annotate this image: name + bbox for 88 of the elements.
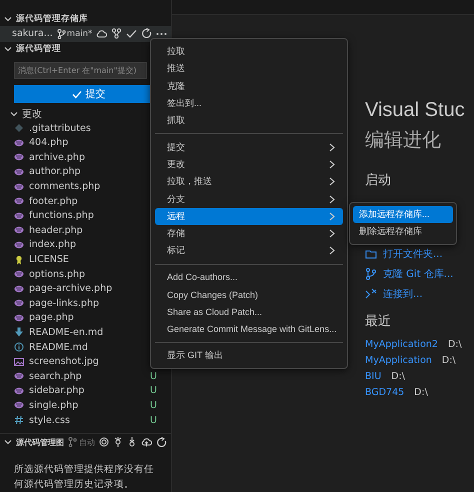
target-icon[interactable] (99, 437, 109, 448)
folder-path: D:\ (414, 386, 428, 398)
branch-icon[interactable] (68, 437, 77, 448)
menu-item[interactable]: 推送 (155, 60, 343, 78)
menu-item[interactable]: 拉取，推送 (155, 173, 343, 190)
menu-item[interactable]: 拉取 (155, 43, 343, 60)
branch-label[interactable]: main* (66, 28, 92, 39)
folder-path: D:\ (391, 370, 405, 382)
recent-link[interactable]: BGD745 (365, 386, 404, 398)
php-file-icon (14, 196, 24, 206)
section-title[interactable]: 源代码管理 (16, 42, 61, 55)
repository-row[interactable]: sakura... main* (0, 26, 171, 42)
php-file-icon (14, 166, 24, 177)
chevron-down-icon[interactable] (4, 438, 12, 446)
php-file-icon (14, 225, 24, 236)
php-file-icon (14, 240, 24, 250)
php-file-icon (14, 269, 24, 280)
start-link[interactable]: 克隆 Git 仓库... (383, 267, 454, 281)
refresh-icon[interactable] (141, 28, 152, 40)
menu-item[interactable]: 更改 (155, 156, 343, 174)
welcome-title: Visual Stuc (365, 98, 466, 123)
php-file-icon (14, 400, 24, 410)
message-field[interactable]: 消息(Ctrl+Enter 在"main"提交) (14, 62, 147, 80)
info-icon (14, 342, 24, 352)
php-file-icon (14, 386, 24, 396)
graph-icon[interactable] (111, 28, 122, 40)
chevron-down-icon[interactable] (4, 14, 12, 23)
menu-item[interactable]: Generate Commit Message with GitLens... (155, 320, 343, 338)
status-letter: U (150, 370, 157, 382)
section-heading: 最近 (365, 313, 392, 330)
php-file-icon (14, 298, 24, 308)
recent-link[interactable]: BIU (365, 370, 382, 382)
empty-message: 所选源代码管理提供程序没有任何源代码管理历史记录项。 (13, 463, 155, 492)
branch-icon[interactable] (56, 28, 66, 39)
image-file-icon (14, 356, 24, 367)
check-icon[interactable] (126, 28, 138, 39)
folder-path: D:\ (448, 338, 462, 350)
cloud-icon[interactable] (96, 29, 108, 38)
remote-icon[interactable] (365, 288, 377, 300)
menu-item[interactable]: 提交 (155, 138, 343, 156)
recent-link[interactable]: MyApplication (365, 354, 432, 366)
recent-link[interactable]: MyApplication2 (365, 338, 438, 350)
php-file-icon (14, 182, 24, 192)
menu-item[interactable]: 远程 (155, 208, 343, 225)
file-item[interactable]: sidebar.php U (0, 384, 171, 398)
status-letter: U (150, 385, 157, 396)
start-link[interactable]: 连接到... (383, 287, 423, 301)
php-file-icon (14, 371, 24, 382)
file-item[interactable]: style.css U (0, 412, 171, 428)
changes-header[interactable]: 更改 (22, 106, 42, 121)
download-arrow-icon (14, 327, 24, 338)
refresh-icon[interactable] (156, 436, 167, 448)
menu-item[interactable]: 存储 (155, 224, 343, 242)
start-link[interactable]: 打开文件夹... (383, 247, 443, 261)
menu-item[interactable]: 抓取 (155, 112, 343, 130)
folder-path: D:\ (442, 354, 456, 366)
file-item[interactable]: search.php U (0, 368, 171, 384)
auto-label[interactable]: 自动 (79, 436, 95, 448)
chevron-down-icon[interactable] (10, 110, 18, 118)
php-file-icon (14, 138, 24, 148)
status-letter: U (150, 414, 157, 426)
section-title[interactable]: 源代码管理存储库 (16, 12, 88, 25)
status-letter: U (150, 400, 157, 411)
menu-item[interactable]: 标记 (155, 242, 343, 260)
chevron-down-icon[interactable] (4, 44, 12, 53)
menu-item[interactable]: Add Co-authors... (155, 268, 343, 286)
folder-icon[interactable] (365, 248, 377, 260)
menu-item[interactable]: Share as Cloud Patch... (155, 303, 343, 320)
hash-icon (14, 415, 24, 426)
menu-item[interactable]: 分支 (155, 190, 343, 208)
repository-name: sakura... (12, 28, 53, 40)
php-file-icon (14, 210, 24, 221)
menu-item[interactable]: 删除远程存储库 (353, 223, 453, 241)
menu-item[interactable]: Copy Changes (Patch) (155, 286, 343, 304)
menu-item[interactable]: 显示 GIT 输出 (155, 346, 343, 364)
section-title[interactable]: 源代码管理图 (16, 436, 64, 448)
file-item[interactable]: single.php U (0, 398, 171, 413)
menu-item[interactable]: 添加远程存储库... (353, 206, 453, 224)
branch-icon[interactable] (365, 268, 377, 280)
php-file-icon (14, 284, 24, 294)
ribbon-icon (14, 254, 24, 264)
php-file-icon (14, 152, 24, 162)
welcome-subtitle: 编辑进化 (365, 128, 442, 153)
php-file-icon (14, 312, 24, 323)
section-heading: 启动 (365, 172, 392, 189)
more-icon[interactable] (156, 32, 168, 36)
cloud-upload-icon[interactable] (141, 437, 152, 448)
diamond-icon (14, 123, 24, 134)
